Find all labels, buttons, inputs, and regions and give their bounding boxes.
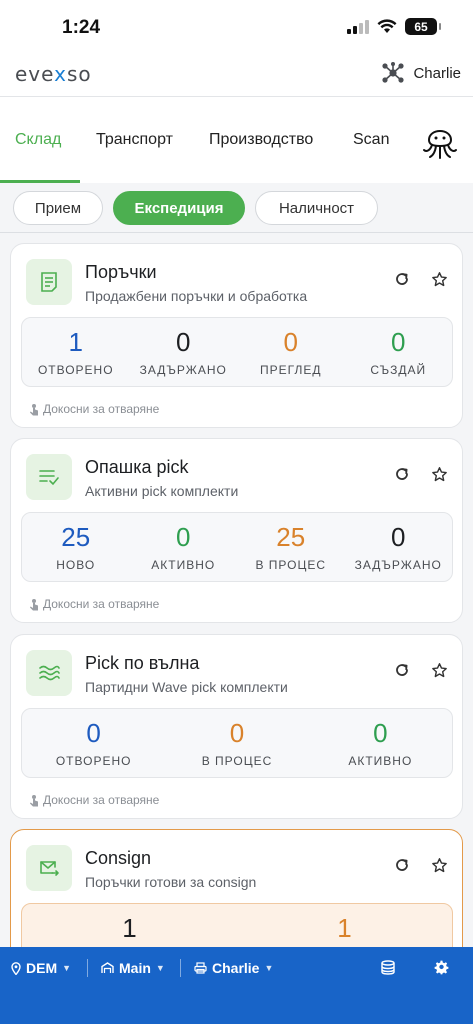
card-title: Consign — [85, 848, 152, 868]
segment-ekspediciya[interactable]: Експедиция — [113, 191, 245, 225]
star-icon[interactable] — [428, 659, 450, 681]
document-icon — [26, 259, 72, 305]
checklist-icon — [26, 454, 72, 500]
card-wave-pick[interactable]: Pick по вълна Партидни Wave pick комплек… — [10, 634, 463, 819]
stat-open[interactable]: 0 ОТВОРЕНО — [22, 709, 165, 777]
stat-create[interactable]: 0 СЪЗДАЙ — [345, 318, 453, 386]
top-tabs: Склад Транспорт Производство Scan — [0, 97, 473, 183]
card-subtitle: Партидни Wave pick комплекти — [85, 679, 288, 695]
stat-held[interactable]: 0 ЗАДЪРЖАНО — [130, 318, 238, 386]
tap-hint: Докосни за отваряне — [29, 793, 159, 807]
tab-scan[interactable]: Scan — [353, 131, 389, 149]
user-selector[interactable]: Charlie ▼ — [194, 960, 273, 976]
location-pin-icon — [11, 961, 21, 975]
star-icon[interactable] — [428, 268, 450, 290]
settings-button[interactable] — [434, 960, 449, 975]
stat-in-progress[interactable]: 25 В ПРОЦЕС — [237, 513, 345, 581]
tap-hint: Докосни за отваряне — [29, 597, 159, 611]
stat-new[interactable]: 25 НОВО — [22, 513, 130, 581]
octopus-icon[interactable] — [420, 121, 460, 161]
bottom-bar: DEM ▼ Main ▼ Charlie ▼ — [0, 947, 473, 1024]
stat-active[interactable]: 0 АКТИВНО — [309, 709, 452, 777]
chevron-down-icon: ▼ — [264, 963, 274, 973]
signal-icon — [347, 19, 369, 34]
battery-icon: 65 — [405, 18, 441, 35]
warehouse-icon — [101, 962, 114, 973]
tab-transport[interactable]: Транспорт — [96, 131, 173, 149]
status-time: 1:24 — [62, 17, 101, 38]
card-title: Поръчки — [85, 262, 157, 282]
stats-panel: 0 ОТВОРЕНО 0В ПРОЦЕС 0 АКТИВНО — [21, 708, 453, 778]
refresh-icon[interactable] — [391, 659, 413, 681]
tap-hint: Докосни за отваряне — [29, 402, 159, 416]
divider — [180, 959, 181, 977]
chevron-down-icon: ▼ — [155, 963, 165, 973]
stats-panel: 1 ОТВОРЕНО 0 ЗАДЪРЖАНО 0 ПРЕГЛЕД 0 СЪЗДАЙ — [21, 317, 453, 387]
tab-sklad[interactable]: Склад — [15, 131, 61, 149]
printer-icon — [194, 962, 207, 974]
card-title: Опашка pick — [85, 457, 189, 477]
refresh-icon[interactable] — [391, 463, 413, 485]
status-icons: 65 — [347, 18, 441, 35]
database-button[interactable] — [380, 960, 396, 975]
card-subtitle: Активни pick комплекти — [85, 483, 239, 499]
segment-nalichnost[interactable]: Наличност — [255, 191, 378, 225]
app-header: evexso Charlie — [0, 52, 473, 97]
wave-icon — [26, 650, 72, 696]
brand-logo: evexso — [15, 62, 92, 86]
refresh-icon[interactable] — [391, 854, 413, 876]
stat-open[interactable]: 1 ОТВОРЕНО — [22, 318, 130, 386]
location-selector[interactable]: DEM ▼ — [11, 960, 71, 976]
segment-priem[interactable]: Прием — [13, 191, 103, 225]
gear-icon — [434, 960, 449, 975]
mail-out-icon — [26, 845, 72, 891]
stat-active[interactable]: 0 АКТИВНО — [130, 513, 238, 581]
wifi-icon — [377, 19, 397, 33]
card-subtitle: Поръчки готови за consign — [85, 874, 257, 890]
stat-review[interactable]: 0 ПРЕГЛЕД — [237, 318, 345, 386]
tap-icon — [30, 598, 38, 610]
card-title: Pick по вълна — [85, 653, 200, 673]
segment-filter: Прием Експедиция Наличност — [0, 183, 473, 233]
card-orders[interactable]: Поръчки Продажбени поръчки и обработка 1… — [10, 243, 463, 428]
user-menu-button[interactable]: Charlie — [381, 62, 461, 84]
tab-production[interactable]: Производство — [209, 131, 313, 149]
chevron-down-icon: ▼ — [62, 963, 72, 973]
database-icon — [381, 960, 395, 975]
stats-panel: 25 НОВО 0 АКТИВНО 25 В ПРОЦЕС 0 ЗАДЪРЖАНО — [21, 512, 453, 582]
star-icon[interactable] — [428, 463, 450, 485]
network-icon — [382, 62, 405, 83]
status-bar: 1:24 65 — [0, 0, 473, 52]
card-pick-queue[interactable]: Опашка pick Активни pick комплекти 25 НОВ… — [10, 438, 463, 623]
stat-held[interactable]: 0 ЗАДЪРЖАНО — [345, 513, 453, 581]
card-subtitle: Продажбени поръчки и обработка — [85, 288, 308, 304]
stat-in-progress[interactable]: 0В ПРОЦЕС — [165, 709, 308, 777]
star-icon[interactable] — [428, 854, 450, 876]
tap-icon — [30, 794, 38, 806]
divider — [87, 959, 88, 977]
refresh-icon[interactable] — [391, 268, 413, 290]
user-name: Charlie — [413, 64, 461, 82]
tap-icon — [30, 403, 38, 415]
warehouse-selector[interactable]: Main ▼ — [101, 960, 165, 976]
